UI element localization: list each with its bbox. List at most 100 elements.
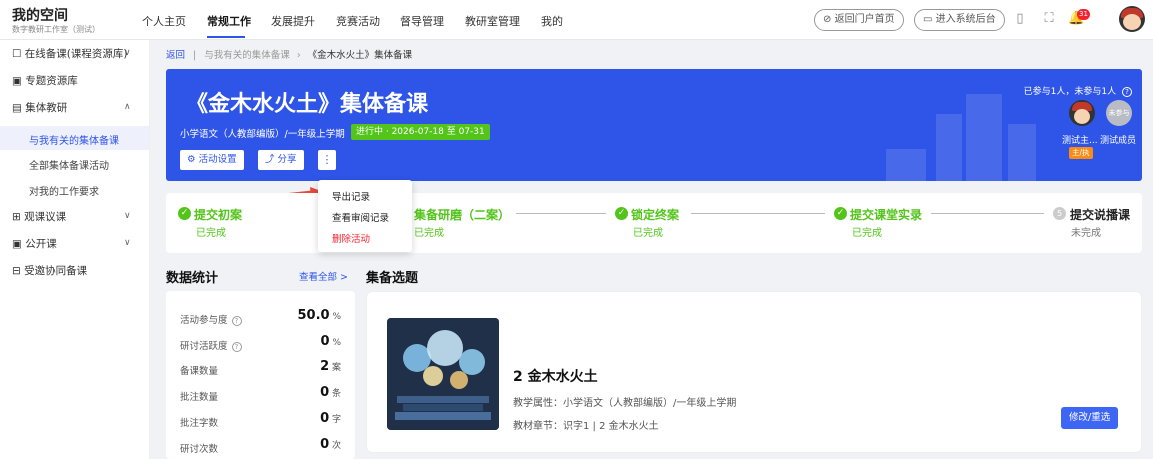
stat-label: 批注数量 <box>180 392 219 403</box>
chevron-down-icon: ∨ <box>124 211 131 221</box>
gear-icon: ⚙ <box>187 154 196 165</box>
step-status: 已完成 <box>196 228 226 239</box>
topic-cover-image <box>387 318 499 430</box>
step-title[interactable]: 集备研磨（二案） <box>414 206 510 223</box>
step-status: 未完成 <box>1071 228 1101 239</box>
stat-value: 0 次 <box>320 437 341 452</box>
enter-backend-button[interactable]: ▭ 进入系统后台 <box>914 9 1005 31</box>
stat-value: 50.0 % <box>297 308 341 323</box>
help-icon[interactable]: ? <box>231 316 242 326</box>
activity-title: 《金木水火土》集体备课 <box>186 92 429 117</box>
step-title[interactable]: 提交初案 <box>194 206 242 223</box>
member-avatar-pending: 未参与 <box>1106 100 1132 126</box>
more-options-menu: 导出记录 查看审阅记录 删除活动 <box>318 180 412 252</box>
screen-icon: ▣ <box>12 238 22 250</box>
step-connector <box>516 213 606 214</box>
member-name: 测试成员 <box>1100 136 1137 146</box>
portal-home-button[interactable]: ⊘ 返回门户首页 <box>814 9 904 31</box>
sidebar-item-my-group-prep[interactable]: 与我有关的集体备课 <box>29 132 119 147</box>
topic-section-title: 集备选题 <box>366 271 419 286</box>
share-icon: ⤴ <box>265 154 275 165</box>
sidebar-item-invited-prep[interactable]: ⊟ 受邀协同备课 <box>12 263 87 278</box>
user-avatar[interactable] <box>1119 6 1145 32</box>
more-options-button[interactable]: ⋮ <box>318 150 336 170</box>
check-icon: ✓ <box>178 207 191 220</box>
sidebar-item-group-research[interactable]: ▤ 集体教研 <box>12 100 67 115</box>
check-icon: ✓ <box>834 207 847 220</box>
fullscreen-icon[interactable]: ⛶ <box>1041 11 1057 27</box>
sidebar-item-all-group-prep[interactable]: 全部集体备课活动 <box>29 157 109 172</box>
stat-label: 备课数量 <box>180 366 219 377</box>
stat-value: 0 % <box>320 334 341 349</box>
step-status: 已完成 <box>414 228 444 239</box>
brand-title: 我的空间 <box>12 8 68 24</box>
menu-view-review-records[interactable]: 查看审阅记录 <box>332 210 389 224</box>
stat-label: 研讨活跃度? <box>180 338 242 352</box>
step-connector <box>691 213 825 214</box>
participation-summary: 已参与1人，未参与1人 ? <box>1024 84 1132 97</box>
menu-export-records[interactable]: 导出记录 <box>332 189 370 203</box>
stats-panel: 活动参与度? 50.0 % 研讨活跃度? 0 % 备课数量 2 案 批注数量 0… <box>166 291 355 459</box>
activity-settings-button[interactable]: ⚙ 活动设置 <box>180 150 244 170</box>
sidebar-item-open-class[interactable]: ▣ 公开课 <box>12 236 57 251</box>
list-icon: ▤ <box>12 102 22 114</box>
chevron-down-icon: ∨ <box>124 238 131 248</box>
topic-chapter: 教材章节：识字1 | 2 金木水火土 <box>513 421 659 432</box>
monitor-icon: ▭ <box>923 14 933 25</box>
brand-subtitle: 数字教研工作室（测试） <box>12 25 100 34</box>
document-icon: ☐ <box>12 48 22 60</box>
member-avatar <box>1069 100 1095 126</box>
view-all-link[interactable]: 查看全部 > <box>299 269 348 283</box>
nav-mine[interactable]: 我的 <box>541 13 563 29</box>
menu-delete-activity[interactable]: 删除活动 <box>332 231 370 245</box>
sidebar-item-work-requirements[interactable]: 对我的工作要求 <box>29 183 99 198</box>
share-button[interactable]: ⤴ 分享 <box>258 150 304 170</box>
nav-supervision[interactable]: 督导管理 <box>400 13 444 29</box>
nav-active-indicator <box>207 36 245 38</box>
top-bar: 我的空间 数字教研工作室（测试） 个人主页 常规工作 发展提升 竞赛活动 督导管… <box>0 0 1153 40</box>
stats-title: 数据统计 <box>166 271 219 286</box>
chevron-down-icon: ∨ <box>124 48 131 58</box>
mobile-icon[interactable]: ▯ <box>1012 11 1028 27</box>
member-name: 测试主... <box>1062 136 1098 146</box>
sidebar-item-online-prep[interactable]: ☐ 在线备课(课程资源库) <box>12 46 127 61</box>
sidebar-item-topic-resources[interactable]: ▣ 专题资源库 <box>12 73 78 88</box>
step-status: 已完成 <box>852 228 882 239</box>
topic-title: 2 金木水火土 <box>513 369 598 385</box>
step-number: 5 <box>1053 207 1066 220</box>
step-connector <box>931 213 1044 214</box>
nav-competitions[interactable]: 竞赛活动 <box>336 13 380 29</box>
nav-personal-home[interactable]: 个人主页 <box>142 13 186 29</box>
step-title[interactable]: 提交课堂实录 <box>850 206 922 223</box>
help-icon[interactable]: ? <box>1122 87 1132 97</box>
breadcrumb-parent[interactable]: 与我有关的集体备课 <box>204 50 290 61</box>
progress-steps: ✓ 提交初案 已完成 集备研磨（二案） 已完成 ✓ 锁定终案 已完成 ✓ 提交课… <box>166 193 1142 253</box>
breadcrumb: 返回 | 与我有关的集体备课 › 《金木水火土》集体备课 <box>166 50 413 61</box>
activity-subject: 小学语文（人教部编版）/一年级上学期 <box>180 129 345 140</box>
help-icon[interactable]: ? <box>231 342 242 352</box>
sidebar-item-observation[interactable]: ⊞ 观课议课 <box>12 209 66 224</box>
nav-routine-work[interactable]: 常规工作 <box>207 13 251 29</box>
breadcrumb-current: 《金木水火土》集体备课 <box>307 50 413 61</box>
stat-label: 活动参与度? <box>180 312 242 326</box>
status-badge: 进行中 · 2026-07-18 至 07-31 <box>351 124 490 140</box>
step-title[interactable]: 锁定终案 <box>631 206 679 223</box>
role-badge: 主/执 <box>1069 147 1093 159</box>
topic-card: 2 金木水火土 教学属性：小学语文（人教部编版）/一年级上学期 教材章节：识字1… <box>366 291 1142 453</box>
stat-value: 0 字 <box>320 411 341 426</box>
step-title[interactable]: 提交说播课 <box>1070 206 1130 223</box>
topic-attribute: 教学属性：小学语文（人教部编版）/一年级上学期 <box>513 398 737 409</box>
step-status: 已完成 <box>633 228 663 239</box>
check-icon: ✓ <box>615 207 628 220</box>
nav-development[interactable]: 发展提升 <box>271 13 315 29</box>
book-icon: ▣ <box>12 75 22 87</box>
breadcrumb-back[interactable]: 返回 <box>166 50 185 61</box>
sidebar: ☐ 在线备课(课程资源库) ∨ ▣ 专题资源库 ▤ 集体教研 ∧ 与我有关的集体… <box>0 40 150 459</box>
team-icon: ⊟ <box>12 265 21 277</box>
modify-reselect-button[interactable]: 修改/重选 <box>1061 407 1119 429</box>
stat-label: 批注字数 <box>180 418 219 429</box>
notification-badge: 31 <box>1077 9 1090 20</box>
nav-office-management[interactable]: 教研室管理 <box>465 13 520 29</box>
stat-value: 0 条 <box>320 385 341 400</box>
observe-icon: ⊞ <box>12 211 21 223</box>
